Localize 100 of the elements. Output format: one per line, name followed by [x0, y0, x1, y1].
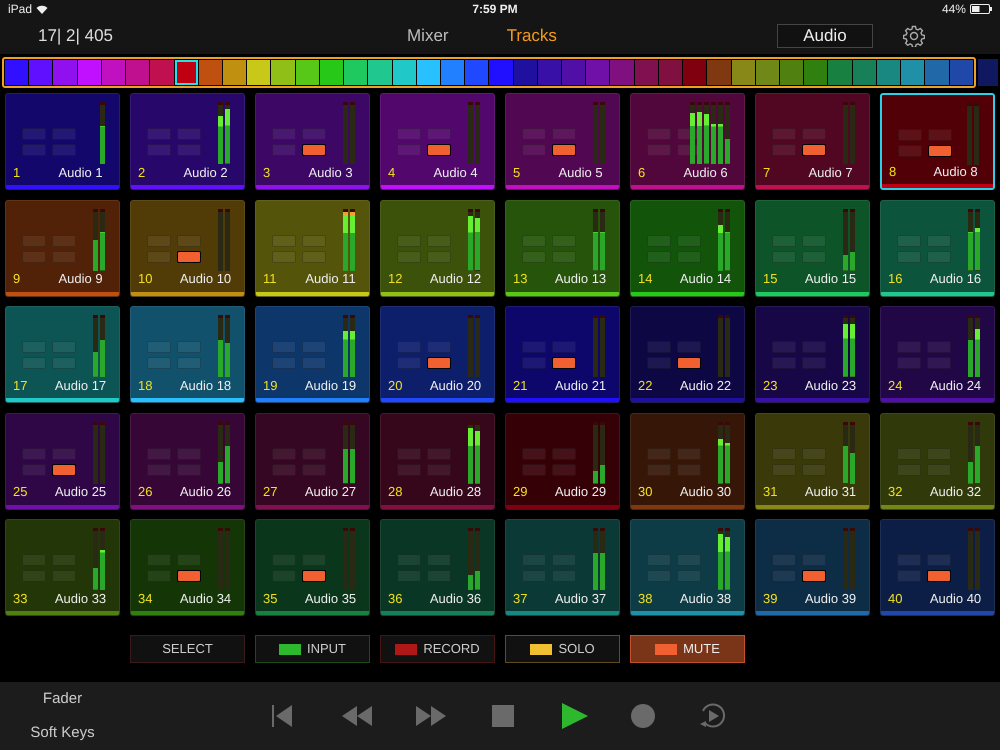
track-color-swatch[interactable] — [562, 60, 586, 85]
track-pad[interactable] — [647, 128, 671, 140]
track-color-swatch[interactable] — [950, 60, 973, 85]
track-pad[interactable] — [177, 128, 201, 140]
track-pad[interactable] — [22, 234, 46, 246]
track-pad[interactable] — [177, 144, 201, 156]
track-tile[interactable]: 11 Audio 11 — [255, 200, 370, 296]
track-pad[interactable] — [927, 250, 951, 262]
track-color-swatch[interactable] — [320, 60, 344, 85]
track-color-swatch[interactable] — [440, 60, 464, 85]
track-tile[interactable]: 1 Audio 1 — [5, 93, 120, 190]
track-tile[interactable]: 31 Audio 31 — [755, 412, 870, 510]
track-color-swatch[interactable] — [514, 60, 537, 85]
mute-indicator[interactable] — [677, 357, 701, 369]
track-color-swatch[interactable] — [925, 60, 949, 85]
mute-indicator[interactable] — [802, 570, 826, 582]
mute-indicator[interactable] — [928, 145, 952, 157]
track-color-swatch[interactable] — [150, 60, 174, 85]
track-pad[interactable] — [772, 144, 796, 156]
view-button[interactable]: Fader — [42, 688, 82, 710]
track-pad[interactable] — [647, 144, 671, 156]
mute-indicator[interactable] — [802, 144, 826, 156]
track-pad[interactable] — [772, 128, 796, 140]
track-color-swatch[interactable] — [222, 60, 246, 85]
mute-indicator[interactable] — [177, 570, 201, 582]
track-pad[interactable] — [302, 128, 326, 140]
track-tile[interactable]: 4 Audio 4 — [380, 93, 495, 190]
track-pad[interactable] — [302, 250, 326, 262]
track-color-swatch[interactable] — [732, 60, 755, 85]
track-tile[interactable]: 10 Audio 10 — [130, 200, 245, 296]
track-pad[interactable] — [147, 144, 171, 156]
track-tile[interactable]: 20 Audio 20 — [380, 306, 495, 403]
mute-indicator[interactable] — [302, 144, 326, 156]
view-tab[interactable]: Tracks — [506, 23, 557, 49]
mute-indicator[interactable] — [552, 144, 576, 156]
track-color-swatch[interactable] — [828, 60, 852, 85]
track-pad[interactable] — [52, 250, 76, 262]
track-pad[interactable] — [52, 128, 76, 140]
track-pad[interactable] — [52, 357, 76, 369]
track-color-swatch[interactable] — [296, 60, 319, 85]
track-pad[interactable] — [52, 341, 76, 353]
mode-button[interactable]: RECORD — [380, 635, 495, 663]
track-tile[interactable]: 36 Audio 36 — [380, 519, 495, 616]
track-color-swatch[interactable] — [756, 60, 779, 85]
track-pad[interactable] — [22, 357, 46, 369]
track-pad[interactable] — [272, 250, 296, 262]
track-tile[interactable]: 5 Audio 5 — [505, 93, 620, 190]
track-pad[interactable] — [177, 341, 201, 353]
track-color-swatch[interactable] — [901, 60, 924, 85]
record-icon[interactable] — [628, 701, 658, 731]
track-color-swatch[interactable] — [198, 60, 222, 85]
track-tile[interactable]: 29 Audio 29 — [505, 412, 620, 510]
track-tile[interactable]: 13 Audio 13 — [505, 200, 620, 296]
track-tile[interactable]: 23 Audio 23 — [755, 306, 870, 403]
view-tab[interactable]: Mixer — [407, 23, 449, 49]
track-color-swatch[interactable] — [978, 59, 998, 86]
track-pad[interactable] — [22, 250, 46, 262]
track-pad[interactable] — [552, 341, 576, 353]
track-pad[interactable] — [522, 234, 546, 246]
mode-button[interactable]: INPUT — [255, 635, 370, 663]
track-tile[interactable]: 21 Audio 21 — [505, 306, 620, 403]
track-pad[interactable] — [397, 234, 421, 246]
track-tile[interactable]: 35 Audio 35 — [255, 519, 370, 616]
track-color-swatch[interactable] — [174, 60, 198, 85]
track-color-swatch[interactable] — [392, 60, 416, 85]
mute-indicator[interactable] — [927, 570, 951, 582]
track-tile[interactable]: 32 Audio 32 — [880, 412, 995, 510]
view-button[interactable]: Soft Keys — [30, 722, 95, 744]
track-pad[interactable] — [397, 357, 421, 369]
track-pad[interactable] — [928, 129, 952, 141]
track-color-swatch[interactable] — [416, 60, 440, 85]
track-tile[interactable]: 27 Audio 27 — [255, 412, 370, 510]
track-pad[interactable] — [802, 128, 826, 140]
track-color-swatch[interactable] — [658, 60, 682, 85]
track-pad[interactable] — [552, 128, 576, 140]
track-pad[interactable] — [147, 341, 171, 353]
track-pad[interactable] — [147, 357, 171, 369]
track-pad[interactable] — [927, 234, 951, 246]
track-tile[interactable]: 34 Audio 34 — [130, 519, 245, 616]
track-color-swatch[interactable] — [78, 60, 101, 85]
track-tile[interactable]: 33 Audio 33 — [5, 519, 120, 616]
track-pad[interactable] — [677, 250, 701, 262]
track-pad[interactable] — [397, 341, 421, 353]
track-pad[interactable] — [647, 234, 671, 246]
track-pad[interactable] — [302, 357, 326, 369]
track-color-swatch[interactable] — [489, 60, 513, 85]
track-pad[interactable] — [272, 357, 296, 369]
track-tile[interactable]: 16 Audio 16 — [880, 200, 995, 296]
track-color-swatch[interactable] — [538, 60, 562, 85]
track-color-swatch[interactable] — [465, 60, 488, 85]
track-color-swatch[interactable] — [804, 60, 828, 85]
track-color-swatch[interactable] — [586, 60, 610, 85]
track-tile[interactable]: 2 Audio 2 — [130, 93, 245, 190]
track-tile[interactable]: 15 Audio 15 — [755, 200, 870, 296]
track-pad[interactable] — [272, 128, 296, 140]
track-tile[interactable]: 12 Audio 12 — [380, 200, 495, 296]
settings-icon[interactable] — [902, 25, 925, 47]
track-tile[interactable]: 14 Audio 14 — [630, 200, 745, 296]
track-pad[interactable] — [802, 234, 826, 246]
track-pad[interactable] — [427, 250, 451, 262]
